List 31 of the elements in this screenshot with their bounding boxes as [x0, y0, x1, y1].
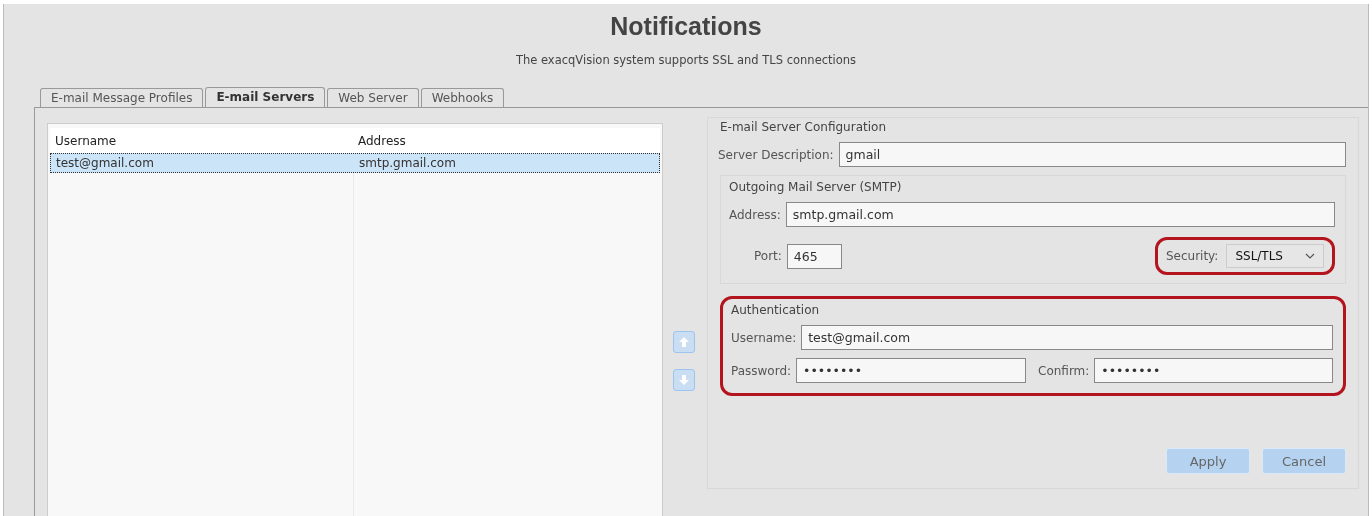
tab[interactable]: E-mail Message Profiles [40, 88, 204, 107]
group-legend: E-mail Server Configuration [720, 120, 1346, 134]
field-label: Port: [754, 249, 782, 263]
list-row[interactable]: test@gmail.com smtp.gmail.com [50, 153, 660, 173]
page-subtitle: The exacqVision system supports SSL and TLS connections [515, 53, 857, 67]
field-label: Username: [731, 330, 797, 345]
tab[interactable]: Web Server [327, 88, 419, 107]
page-title: Notifications [610, 12, 762, 41]
text-field[interactable]: 465 [786, 243, 842, 269]
text-field[interactable]: •••••••• [1094, 358, 1333, 383]
text-field[interactable]: test@gmail.com [801, 325, 1333, 350]
group-legend: Authentication [731, 303, 1333, 317]
security-dropdown[interactable]: SSL/TLS [1226, 244, 1324, 268]
group-legend: Outgoing Mail Server (SMTP) [729, 180, 1335, 194]
field-label: Confirm: [1038, 363, 1090, 378]
field-label: Security: [1165, 249, 1219, 263]
column-header[interactable]: Address [353, 132, 656, 150]
action-button[interactable]: Cancel [1262, 448, 1346, 474]
field-label: Password: [731, 363, 792, 378]
text-field[interactable]: smtp.gmail.com [785, 202, 1335, 227]
text-field[interactable]: •••••••• [796, 358, 1026, 383]
caret-icon [1305, 253, 1315, 259]
tab[interactable]: Webhooks [420, 88, 505, 107]
action-button[interactable]: Apply [1166, 448, 1250, 474]
down-arrow-button[interactable] [673, 369, 695, 391]
field-label: Address: [729, 207, 781, 222]
field-label: Server Description: [718, 147, 834, 162]
text-field[interactable]: gmail [838, 142, 1346, 167]
column-header[interactable]: Username [50, 132, 353, 150]
tab[interactable]: E-mail Servers [205, 87, 326, 107]
up-arrow-button[interactable] [673, 331, 695, 353]
